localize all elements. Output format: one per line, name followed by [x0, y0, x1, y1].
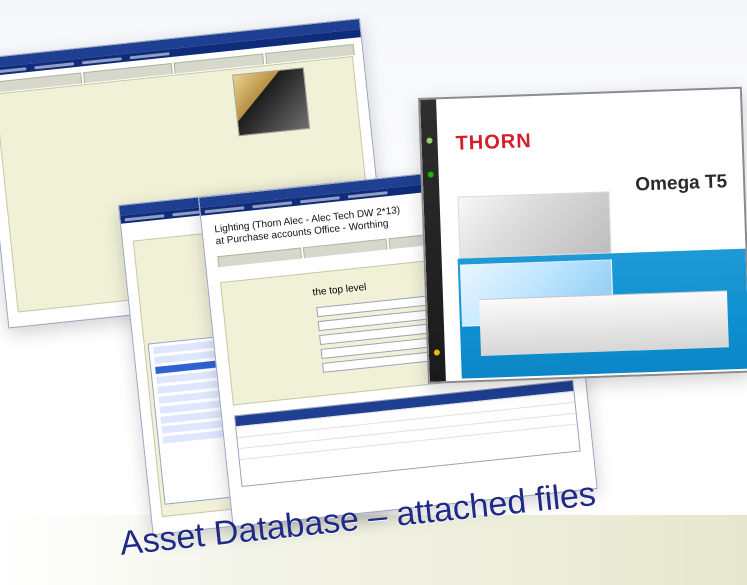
menu-item[interactable] [124, 213, 165, 221]
product-image [457, 191, 612, 259]
product-title: Omega T5 [634, 171, 728, 196]
viewer-document: THORN Omega T5 [436, 89, 747, 381]
menu-item[interactable] [299, 195, 340, 203]
menu-item[interactable] [204, 205, 245, 213]
status-light-icon [427, 171, 434, 178]
menu-item[interactable] [347, 190, 388, 198]
attached-file-viewer: THORN Omega T5 [418, 86, 747, 384]
thorn-logo: THORN [455, 130, 533, 155]
ceiling-photo [479, 290, 729, 356]
tab[interactable] [217, 247, 302, 268]
status-light-icon [426, 137, 433, 144]
menu-item[interactable] [252, 200, 293, 208]
status-light-icon [433, 349, 440, 356]
tab[interactable] [302, 238, 388, 259]
asset-photo [232, 67, 311, 137]
tree-top-level-label: the top level [312, 281, 367, 299]
